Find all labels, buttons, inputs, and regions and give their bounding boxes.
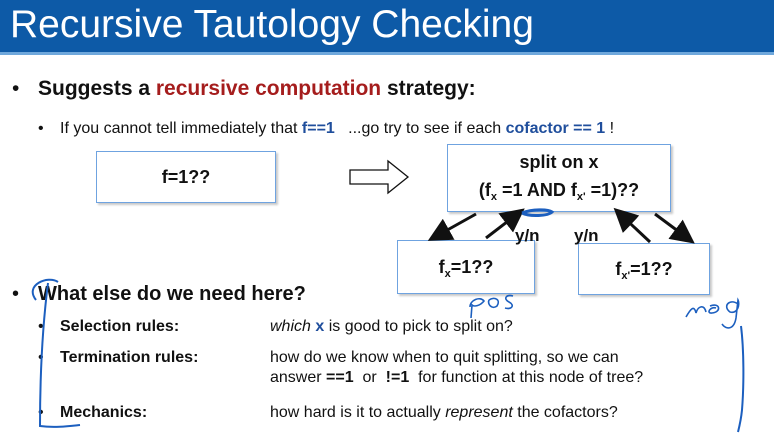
ink-scribble-center	[521, 208, 555, 217]
arrow-down-to-fxprime	[654, 212, 695, 244]
ink-neg-note	[685, 297, 740, 329]
ink-pos-note	[469, 294, 514, 319]
arrow-up-from-fx	[485, 208, 525, 240]
ink-bracket-right	[737, 325, 745, 433]
arrow-up-from-fxprime	[613, 207, 652, 244]
hollow-right-arrow-icon	[349, 159, 410, 195]
ink-bracket-left	[31, 278, 81, 428]
arrow-to-split-from-left	[427, 212, 477, 241]
diagram-arrows-overlay	[31, 159, 745, 433]
